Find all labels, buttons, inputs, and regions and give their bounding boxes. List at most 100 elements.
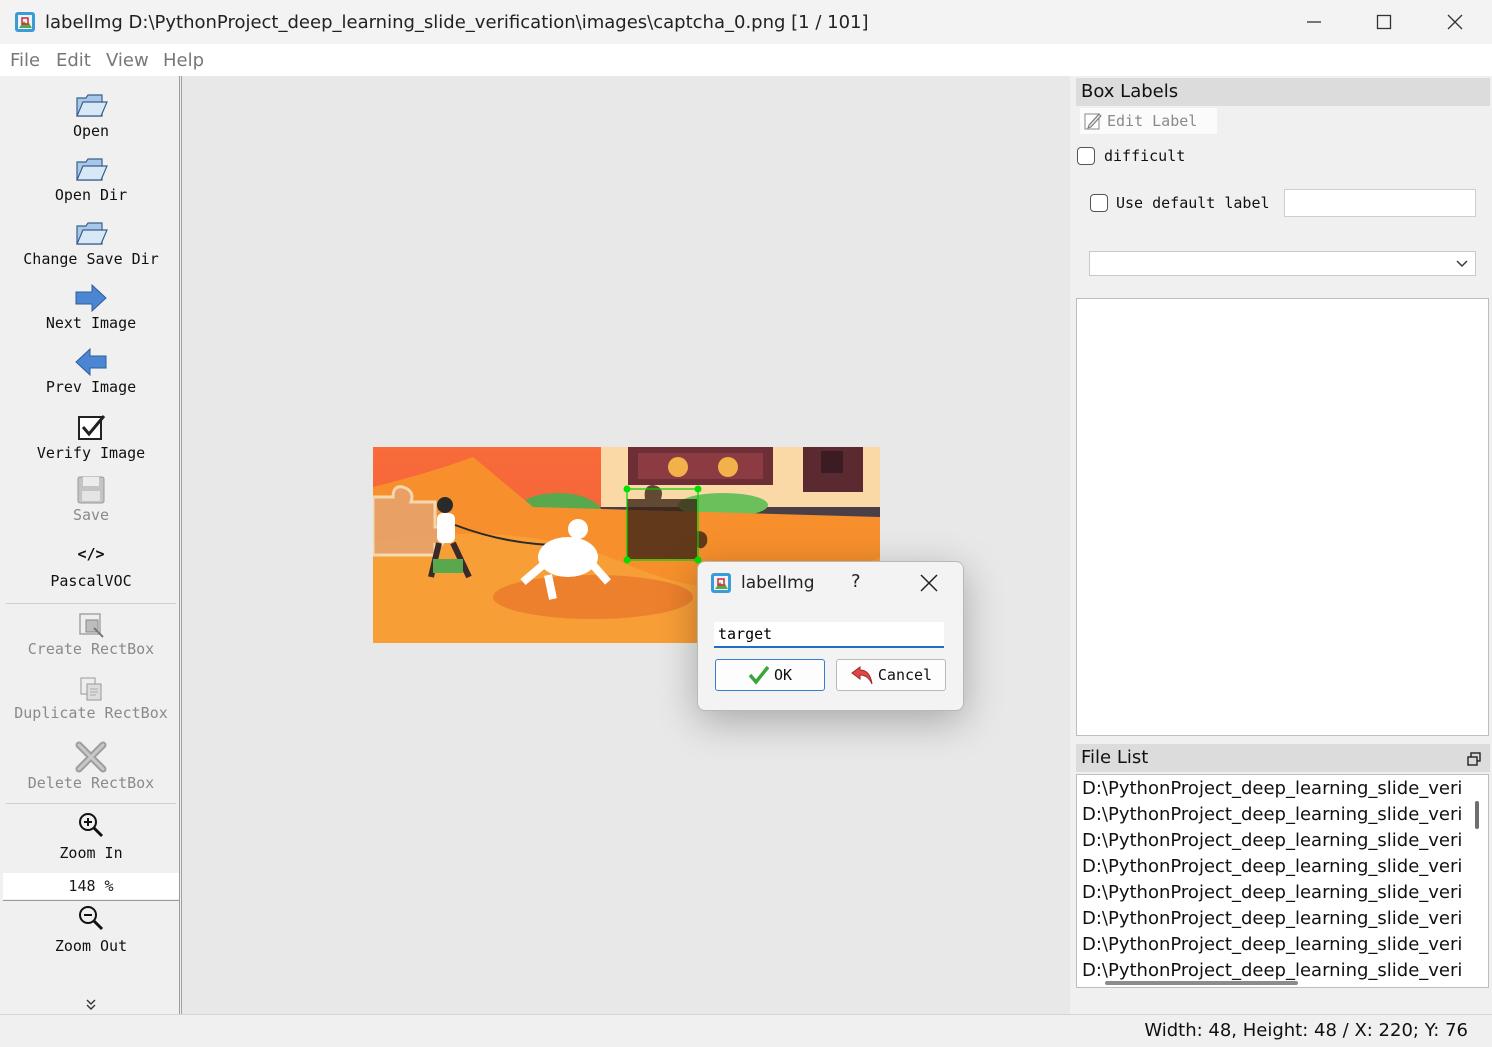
ok-button[interactable]: OK <box>715 659 825 691</box>
cancel-label: Cancel <box>877 666 933 684</box>
menu-help[interactable]: Help <box>163 50 204 71</box>
ok-label: OK <box>773 666 793 684</box>
maximize-button[interactable] <box>1349 0 1419 44</box>
edit-label-text: Edit Label <box>1107 112 1198 130</box>
delete-rectbox-button[interactable]: Delete RectBox <box>3 740 179 792</box>
zoom-in-label: Zoom In <box>59 844 123 862</box>
chevron-down-icon <box>1456 260 1468 267</box>
zoom-out-button[interactable]: Zoom Out <box>3 903 179 955</box>
create-rect-icon <box>79 613 104 638</box>
right-panel: Box Labels Edit Label difficult Use defa… <box>1070 76 1490 1014</box>
file-list-item[interactable]: D:\PythonProject_deep_learning_slide_ver… <box>1082 856 1462 877</box>
use-default-label-text: Use default label <box>1116 194 1270 212</box>
create-rectbox-button[interactable]: Create RectBox <box>3 610 179 658</box>
folder-open-icon <box>76 222 108 245</box>
file-list-item[interactable]: D:\PythonProject_deep_learning_slide_ver… <box>1082 830 1462 851</box>
zoom-in-icon <box>79 813 104 838</box>
dialog-title: labelImg <box>741 573 815 593</box>
title-bar: labelImg D:\PythonProject_deep_learning_… <box>0 0 1492 44</box>
verify-image-label: Verify Image <box>36 444 146 462</box>
change-save-dir-label: Change Save Dir <box>23 250 159 268</box>
file-list-item[interactable]: D:\PythonProject_deep_learning_slide_ver… <box>1082 934 1462 955</box>
code-icon: </> <box>77 545 105 563</box>
menu-file[interactable]: File <box>10 50 40 71</box>
open-button[interactable]: Open <box>3 90 179 140</box>
label-input[interactable] <box>714 622 944 648</box>
vertical-scrollbar[interactable] <box>1475 801 1479 829</box>
minimize-icon <box>1307 21 1321 23</box>
create-rectbox-label: Create RectBox <box>27 640 155 658</box>
status-text: Width: 48, Height: 48 / X: 220; Y: 76 <box>1144 1020 1468 1041</box>
labelimg-app-icon <box>711 573 731 593</box>
checkmark-icon <box>748 665 770 685</box>
folder-open-icon <box>76 158 108 181</box>
label-combo-box[interactable] <box>1089 251 1476 276</box>
difficult-checkbox[interactable] <box>1077 147 1095 165</box>
save-button[interactable]: Save <box>3 474 179 524</box>
close-icon <box>1447 14 1463 30</box>
duplicate-rectbox-label: Duplicate RectBox <box>14 704 168 722</box>
file-list-title: File List <box>1076 744 1490 772</box>
checkbox-verify-icon <box>78 415 106 440</box>
undo-arrow-icon <box>851 666 873 685</box>
use-default-label-checkbox[interactable] <box>1090 194 1108 212</box>
minimize-button[interactable] <box>1279 0 1349 44</box>
difficult-label: difficult <box>1104 147 1186 165</box>
file-list[interactable]: D:\PythonProject_deep_learning_slide_ver… <box>1076 774 1489 988</box>
prev-image-button[interactable]: Prev Image <box>3 346 179 396</box>
delete-x-icon <box>75 741 107 773</box>
file-list-item[interactable]: D:\PythonProject_deep_learning_slide_ver… <box>1082 882 1462 903</box>
prev-image-label: Prev Image <box>45 378 137 396</box>
menu-edit[interactable]: Edit <box>56 50 91 71</box>
toolbar-separator <box>6 603 176 604</box>
zoom-level-spinbox[interactable]: 148 % <box>3 873 179 899</box>
delete-rectbox-label: Delete RectBox <box>27 774 155 792</box>
verify-image-button[interactable]: Verify Image <box>3 412 179 462</box>
zoom-out-label: Zoom Out <box>54 937 128 955</box>
undock-icon[interactable] <box>1467 752 1481 766</box>
change-save-dir-button[interactable]: Change Save Dir <box>3 218 179 268</box>
image-canvas[interactable] <box>181 76 1071 1014</box>
next-image-label: Next Image <box>45 314 137 332</box>
toolbar: Open Open Dir Change Save Dir Next Image… <box>3 76 180 1014</box>
labelimg-app-icon <box>15 12 35 32</box>
file-list-item[interactable]: D:\PythonProject_deep_learning_slide_ver… <box>1082 908 1462 929</box>
format-button[interactable]: </> PascalVOC <box>3 542 179 590</box>
box-labels-title: Box Labels <box>1076 78 1490 106</box>
help-button[interactable]: ? <box>851 571 861 592</box>
maximize-icon <box>1376 14 1392 30</box>
file-list-item[interactable]: D:\PythonProject_deep_learning_slide_ver… <box>1082 804 1462 825</box>
cancel-button[interactable]: Cancel <box>836 659 946 691</box>
file-list-item[interactable]: D:\PythonProject_deep_learning_slide_ver… <box>1082 960 1462 981</box>
zoom-in-button[interactable]: Zoom In <box>3 810 179 862</box>
label-dialog: labelImg ? OK Cancel <box>697 561 964 711</box>
next-image-button[interactable]: Next Image <box>3 282 179 332</box>
window-title: labelImg D:\PythonProject_deep_learning_… <box>45 12 869 33</box>
folder-open-icon <box>76 94 108 117</box>
arrow-left-icon <box>75 347 107 377</box>
edit-label-button[interactable]: Edit Label <box>1080 108 1217 134</box>
toolbar-expand-button[interactable] <box>3 997 179 1011</box>
duplicate-icon <box>80 677 102 701</box>
open-label: Open <box>72 122 110 140</box>
arrow-right-icon <box>75 283 107 313</box>
floppy-disk-icon <box>77 476 105 504</box>
toolbar-separator <box>3 900 179 901</box>
default-label-input[interactable] <box>1284 189 1476 217</box>
duplicate-rectbox-button[interactable]: Duplicate RectBox <box>3 674 179 722</box>
zoom-out-icon <box>79 906 104 931</box>
save-label: Save <box>72 506 110 524</box>
horizontal-scrollbar[interactable] <box>1105 981 1298 985</box>
close-button[interactable] <box>1420 0 1490 44</box>
edit-pencil-icon <box>1084 113 1102 130</box>
double-chevron-down-icon <box>86 999 96 1010</box>
file-list-item[interactable]: D:\PythonProject_deep_learning_slide_ver… <box>1082 778 1462 799</box>
open-dir-label: Open Dir <box>54 186 128 204</box>
close-icon[interactable] <box>918 572 940 594</box>
menu-view[interactable]: View <box>106 50 149 71</box>
format-label: PascalVOC <box>50 572 132 590</box>
toolbar-separator <box>6 803 176 804</box>
menu-bar: File Edit View Help <box>0 44 1492 76</box>
label-list[interactable] <box>1076 298 1489 736</box>
open-dir-button[interactable]: Open Dir <box>3 154 179 204</box>
